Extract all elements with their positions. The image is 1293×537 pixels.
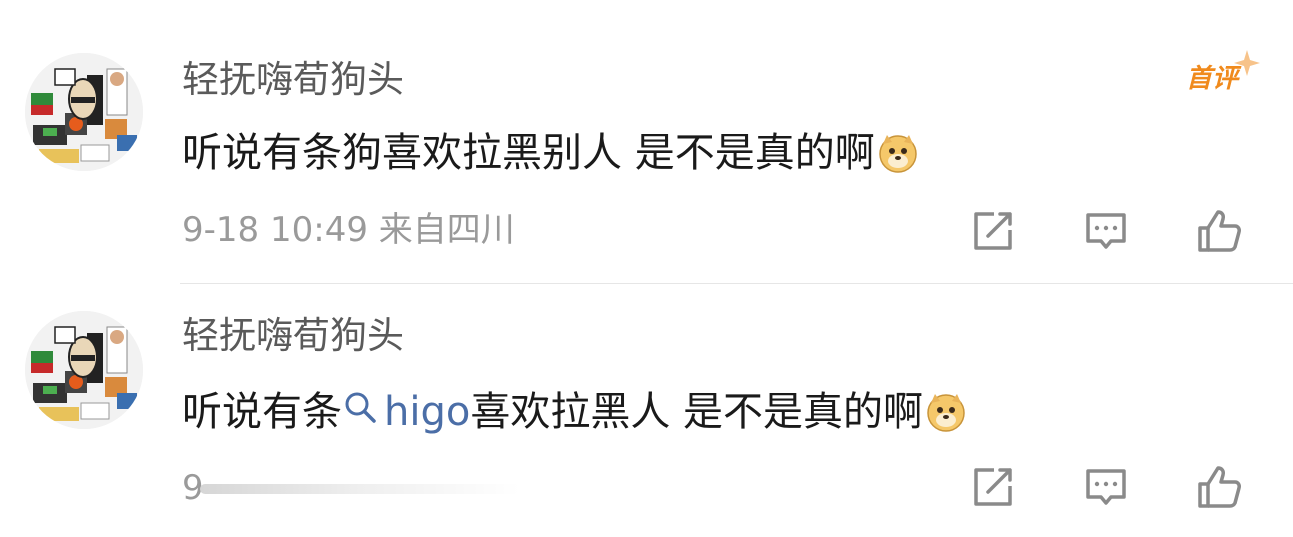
comment-content-prefix: 听说有条 xyxy=(182,389,342,435)
like-button[interactable] xyxy=(1196,464,1242,510)
reply-button[interactable] xyxy=(1083,464,1129,510)
search-topic-link[interactable]: higo xyxy=(342,389,470,435)
search-icon xyxy=(345,392,376,423)
first-comment-badge: 首评 xyxy=(1186,64,1239,94)
comment-content: 听说有条狗喜欢拉黑别人 是不是真的啊 xyxy=(182,130,875,176)
share-button[interactable] xyxy=(970,208,1016,254)
avatar[interactable] xyxy=(25,311,143,429)
comment-item: 轻抚嗨荀狗头 听说有条 higo喜欢拉黑人 是不是真的啊 9 xyxy=(0,284,1293,537)
sparkle-icon xyxy=(1234,50,1260,76)
doge-emoji-icon xyxy=(927,394,965,432)
comment-actions xyxy=(0,464,1293,514)
thumbs-up-icon xyxy=(1198,210,1241,252)
like-button[interactable] xyxy=(1196,208,1242,254)
doge-emoji-icon xyxy=(878,135,917,173)
share-icon xyxy=(974,468,1012,506)
username[interactable]: 轻抚嗨荀狗头 xyxy=(182,58,404,102)
thumbs-up-icon xyxy=(1198,466,1241,508)
username[interactable]: 轻抚嗨荀狗头 xyxy=(182,314,404,358)
topic-link-text: higo xyxy=(384,389,471,435)
comment-content-suffix: 喜欢拉黑人 是不是真的啊 xyxy=(470,389,924,435)
avatar[interactable] xyxy=(25,53,143,171)
comment-text: 听说有条狗喜欢拉黑别人 是不是真的啊 xyxy=(182,126,919,178)
comment-item: 轻抚嗨荀狗头 首评 听说有条狗喜欢拉黑别人 是不是真的啊 9-18 10:49 … xyxy=(0,0,1293,283)
reply-button[interactable] xyxy=(1083,208,1129,254)
share-button[interactable] xyxy=(970,464,1016,510)
share-icon xyxy=(974,212,1012,250)
comment-text: 听说有条 higo喜欢拉黑人 是不是真的啊 xyxy=(182,385,967,437)
comment-icon xyxy=(1086,213,1126,249)
comment-actions xyxy=(0,208,1293,258)
comment-icon xyxy=(1086,469,1126,505)
